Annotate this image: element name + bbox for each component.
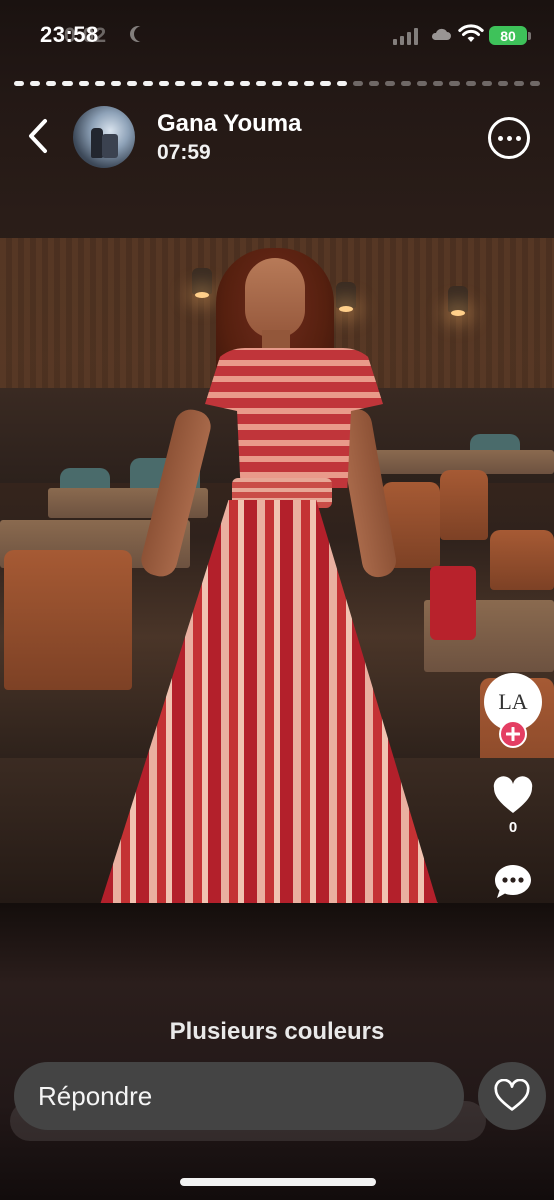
back-button[interactable]: [20, 114, 56, 158]
progress-segment-pending: [352, 81, 363, 86]
heart-icon[interactable]: [492, 776, 534, 816]
progress-segment-viewed: [30, 81, 41, 86]
progress-segment-viewed: [255, 81, 266, 86]
more-dot: [506, 135, 512, 141]
photo-lamp: [192, 268, 212, 298]
progress-segment-pending: [530, 81, 541, 86]
progress-segment-viewed: [46, 81, 57, 86]
plus-icon: [506, 727, 520, 741]
progress-segment-pending: [433, 81, 444, 86]
progress-segment-viewed: [304, 81, 315, 86]
battery-cap: [528, 32, 531, 40]
progress-segment-viewed: [78, 81, 89, 86]
status-bar: 0:02 23:58 80: [0, 0, 554, 70]
story-photo[interactable]: [0, 238, 554, 903]
progress-segment-pending: [368, 81, 379, 86]
progress-segment-viewed: [336, 81, 347, 86]
progress-segment-pending: [417, 81, 428, 86]
heart-outline-icon: [494, 1079, 530, 1111]
more-dot: [515, 135, 521, 141]
story-caption: Plusieurs couleurs: [169, 1018, 385, 1045]
story-progress: [14, 81, 541, 87]
progress-segment-viewed: [191, 81, 202, 86]
user-name[interactable]: Gana Youma: [157, 110, 302, 138]
progress-segment-viewed: [94, 81, 105, 86]
reply-like-button[interactable]: [478, 1062, 546, 1130]
signal-icon: [393, 28, 419, 45]
progress-segment-viewed: [175, 81, 186, 86]
comment-icon[interactable]: [492, 862, 534, 902]
progress-segment-viewed: [159, 81, 170, 86]
photo-chair: [4, 550, 132, 690]
photo-face: [245, 258, 305, 338]
progress-segment-viewed: [272, 81, 283, 86]
chevron-left-icon: [29, 119, 47, 153]
progress-segment-pending: [465, 81, 476, 86]
progress-segment-pending: [513, 81, 524, 86]
progress-segment-pending: [384, 81, 395, 86]
wifi-icon: [458, 24, 484, 42]
progress-segment-viewed: [14, 81, 25, 86]
progress-segment-viewed: [62, 81, 73, 86]
progress-segment-viewed: [143, 81, 154, 86]
progress-segment-viewed: [207, 81, 218, 86]
story-screen: 0:02 23:58 80 Gana Youma 07:59 LA 0 Plus…: [0, 0, 554, 1200]
photo-chair: [440, 470, 488, 540]
moon-icon: [134, 26, 150, 42]
battery-indicator: 80: [489, 26, 527, 45]
avatar-figure-secondary: [102, 134, 118, 158]
like-count: 0: [508, 819, 518, 836]
progress-segment-viewed: [320, 81, 331, 86]
progress-segment-viewed: [239, 81, 250, 86]
photo-red-handbag: [430, 566, 476, 640]
progress-segment-viewed: [288, 81, 299, 86]
photo-lamp: [448, 286, 468, 316]
progress-segment-pending: [449, 81, 460, 86]
progress-segment-viewed: [110, 81, 121, 86]
sync-icon: [431, 28, 451, 40]
story-timestamp: 07:59: [157, 141, 211, 164]
photo-chair: [490, 530, 554, 590]
home-indicator[interactable]: [180, 1178, 376, 1186]
progress-segment-pending: [401, 81, 412, 86]
progress-segment-viewed: [223, 81, 234, 86]
photo-lamp: [336, 282, 356, 312]
status-clock: 23:58: [40, 22, 99, 47]
progress-segment-pending: [497, 81, 508, 86]
more-options-button[interactable]: [488, 117, 530, 159]
more-dot: [497, 135, 503, 141]
progress-segment-viewed: [126, 81, 137, 86]
reply-input[interactable]: Répondre: [14, 1062, 464, 1130]
follow-add-button[interactable]: [499, 720, 527, 748]
progress-segment-pending: [481, 81, 492, 86]
avatar[interactable]: [73, 106, 135, 168]
